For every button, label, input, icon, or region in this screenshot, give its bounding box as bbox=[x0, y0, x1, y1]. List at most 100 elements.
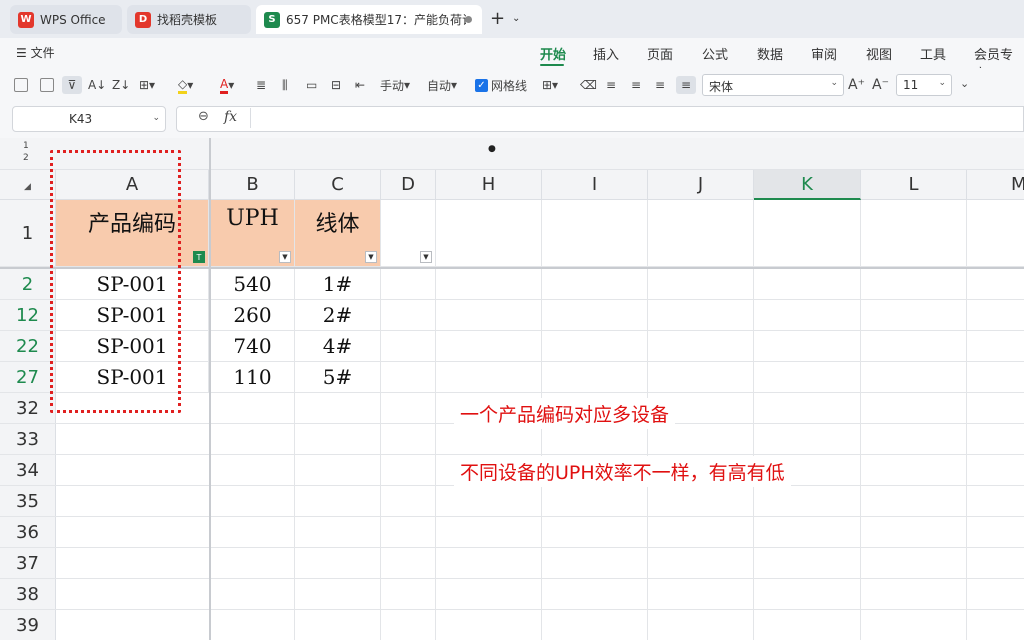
menu-insert[interactable]: 插入 bbox=[593, 44, 619, 63]
zoom-search-icon[interactable]: ⊖ bbox=[198, 109, 209, 124]
name-box[interactable]: K43 ⌄ bbox=[12, 106, 166, 132]
font-size-select[interactable]: 11 ⌄ bbox=[896, 74, 952, 96]
gridline bbox=[966, 200, 967, 640]
freeze-pane-horizontal-line[interactable] bbox=[0, 267, 1024, 269]
freeze-pane-vertical-line[interactable] bbox=[209, 138, 211, 640]
cell-product-code[interactable]: SP-001 bbox=[56, 362, 209, 392]
filter-active-icon[interactable]: T bbox=[193, 251, 205, 263]
row-header[interactable]: 33 bbox=[0, 424, 56, 454]
menu-review[interactable]: 审阅 bbox=[811, 44, 837, 63]
auto-button[interactable]: 自动 ▾ bbox=[427, 76, 457, 94]
row-header[interactable]: 1 bbox=[0, 200, 56, 266]
header-cell-line[interactable]: 线体 ▼ bbox=[295, 200, 381, 266]
copy-icon[interactable] bbox=[14, 78, 28, 92]
select-all-corner[interactable]: ◢ bbox=[0, 170, 56, 200]
menu-formula[interactable]: 公式 bbox=[702, 44, 728, 63]
wrap-text-icon[interactable]: ≣ bbox=[256, 76, 266, 94]
cell-line[interactable]: 5# bbox=[295, 362, 381, 392]
column-header-j[interactable]: J bbox=[648, 170, 754, 200]
font-color-icon[interactable]: A ▾ bbox=[220, 76, 234, 94]
cell-style-icon[interactable]: ⊞▾ bbox=[542, 76, 558, 94]
menu-page[interactable]: 页面 bbox=[647, 44, 673, 63]
column-header-c[interactable]: C bbox=[295, 170, 381, 200]
header-cell-uph[interactable]: UPH ▼ bbox=[211, 200, 295, 266]
row-header[interactable]: 35 bbox=[0, 486, 56, 516]
filter-dropdown-icon[interactable]: ▼ bbox=[365, 251, 377, 263]
cell-line[interactable]: 2# bbox=[295, 300, 381, 330]
merge-icon[interactable]: ▭ bbox=[306, 76, 317, 94]
cell-uph[interactable]: 740 bbox=[211, 331, 295, 361]
outline-level-1[interactable]: 1 bbox=[23, 141, 29, 151]
file-menu[interactable]: ☰ 文件 bbox=[16, 44, 55, 61]
row-header[interactable]: 39 bbox=[0, 610, 56, 640]
increase-font-icon[interactable]: A⁺ bbox=[848, 76, 865, 94]
row-header[interactable]: 32 bbox=[0, 393, 56, 423]
row-header[interactable]: 22 bbox=[0, 331, 56, 361]
cell-product-code[interactable]: SP-001 bbox=[56, 331, 209, 361]
tab-current-spreadsheet[interactable]: S 657 PMC表格模型17：产能负荷计 bbox=[256, 5, 482, 34]
row-header[interactable]: 12 bbox=[0, 300, 56, 330]
new-tab-plus-icon[interactable]: + bbox=[490, 8, 505, 29]
row-header[interactable]: 38 bbox=[0, 579, 56, 609]
cell-d1[interactable]: ▼ bbox=[381, 200, 436, 266]
menu-view[interactable]: 视图 bbox=[866, 44, 892, 63]
manual-label: 手动 bbox=[380, 78, 405, 93]
row-header[interactable]: 36 bbox=[0, 517, 56, 547]
column-width-icon[interactable]: ⫼ bbox=[282, 76, 288, 94]
header-label: 产品编码 bbox=[87, 212, 176, 237]
cell-uph[interactable]: 540 bbox=[211, 269, 295, 299]
decrease-font-icon[interactable]: A⁻ bbox=[872, 76, 889, 94]
align-center-icon[interactable]: ≡ bbox=[631, 76, 641, 94]
more-options-chevron-icon[interactable]: ⌄ bbox=[960, 77, 969, 90]
column-header-b[interactable]: B bbox=[211, 170, 295, 200]
header-cell-product-code[interactable]: 产品编码 T bbox=[56, 200, 209, 266]
menu-data[interactable]: 数据 bbox=[757, 44, 783, 63]
column-header-a[interactable]: A bbox=[56, 170, 209, 200]
paste-icon[interactable] bbox=[40, 78, 54, 92]
unsaved-dot-icon[interactable] bbox=[465, 16, 472, 23]
insert-row-icon[interactable]: ⇤ bbox=[355, 76, 365, 94]
spreadsheet-grid[interactable]: 1 2 ● ◢ A B C D H I J K L M 1 产品编码 T UPH… bbox=[0, 138, 1024, 640]
manual-button[interactable]: 手动 ▾ bbox=[380, 76, 410, 94]
cell-line[interactable]: 1# bbox=[295, 269, 381, 299]
cell-line[interactable]: 4# bbox=[295, 331, 381, 361]
cell-uph[interactable]: 110 bbox=[211, 362, 295, 392]
clear-format-icon[interactable]: ⌫ bbox=[580, 76, 597, 94]
sort-ascending-icon[interactable]: A↓ bbox=[88, 76, 106, 94]
chevron-down-icon[interactable]: ⌄ bbox=[512, 13, 520, 24]
fill-color-icon[interactable]: ◇ ▾ bbox=[178, 76, 193, 94]
sort-descending-icon[interactable]: Z↓ bbox=[112, 76, 130, 94]
justify-icon[interactable]: ≡ bbox=[676, 76, 696, 94]
cell-uph[interactable]: 260 bbox=[211, 300, 295, 330]
column-header-h[interactable]: H bbox=[436, 170, 542, 200]
fx-icon[interactable]: fx bbox=[224, 109, 237, 125]
column-header-i[interactable]: I bbox=[542, 170, 648, 200]
filter-icon[interactable]: ⊽ bbox=[62, 76, 82, 94]
tab-docer-templates[interactable]: D 找稻壳模板 bbox=[127, 5, 251, 34]
row-header[interactable]: 37 bbox=[0, 548, 56, 578]
freeze-icon[interactable]: ⊟ bbox=[331, 76, 341, 94]
cell-product-code[interactable]: SP-001 bbox=[56, 269, 209, 299]
table-row: 27 SP-001 110 5# bbox=[0, 362, 1024, 393]
menu-home[interactable]: 开始 bbox=[540, 44, 566, 63]
align-right-icon[interactable]: ≡ bbox=[655, 76, 665, 94]
menu-tools[interactable]: 工具 bbox=[920, 44, 946, 63]
align-left-icon[interactable]: ≡ bbox=[606, 76, 616, 94]
row-header[interactable]: 27 bbox=[0, 362, 56, 392]
borders-icon[interactable]: ⊞▾ bbox=[139, 76, 155, 94]
cell-product-code[interactable]: SP-001 bbox=[56, 300, 209, 330]
font-family-select[interactable]: 宋体 ⌄ bbox=[702, 74, 844, 96]
column-header-m[interactable]: M bbox=[967, 170, 1024, 200]
row-header[interactable]: 2 bbox=[0, 269, 56, 299]
column-header-l[interactable]: L bbox=[861, 170, 967, 200]
tab-wps-office[interactable]: W WPS Office bbox=[10, 5, 122, 34]
column-header-k[interactable]: K bbox=[754, 170, 861, 200]
filter-dropdown-icon[interactable]: ▼ bbox=[420, 251, 432, 263]
filter-dropdown-icon[interactable]: ▼ bbox=[279, 251, 291, 263]
outline-level-2[interactable]: 2 bbox=[23, 153, 29, 163]
annotation-text: 不同设备的UPH效率不一样，有高有低 bbox=[454, 456, 791, 487]
column-header-d[interactable]: D bbox=[381, 170, 436, 200]
row-header[interactable]: 34 bbox=[0, 455, 56, 485]
formula-input[interactable] bbox=[176, 106, 1024, 132]
gridlines-toggle[interactable]: ✓ 网格线 bbox=[475, 76, 527, 94]
